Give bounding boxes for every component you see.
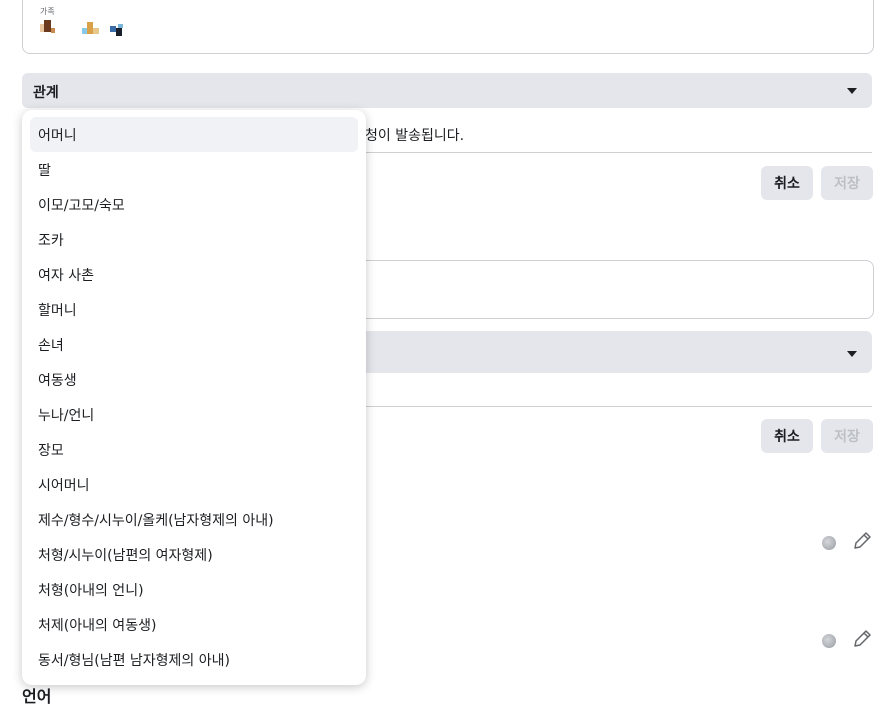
menu-item-label: 장모 — [38, 442, 64, 459]
globe-icon[interactable] — [822, 634, 836, 648]
cancel-button[interactable]: 취소 — [761, 166, 813, 200]
menu-item[interactable]: 제수/형수/시누이/올케(남자형제의 아내) — [30, 502, 358, 537]
menu-item-label: 동서/형님(남편 남자형제의 아내) — [38, 652, 230, 669]
menu-item-label: 이모/고모/숙모 — [38, 197, 125, 214]
menu-item-label: 여동생 — [38, 372, 77, 389]
menu-item-label: 딸 — [38, 162, 51, 179]
request-notice: 청이 발송됩니다. — [365, 128, 465, 144]
menu-item-label: 할머니 — [38, 302, 77, 319]
menu-item[interactable]: 어머니 — [30, 117, 358, 152]
relationship-dropdown-menu: 어머니딸이모/고모/숙모조카여자 사촌할머니손녀여동생누나/언니장모시어머니제수… — [22, 110, 366, 685]
relationship-select[interactable]: 관계 — [22, 73, 872, 108]
language-section-title: 언어 — [22, 687, 52, 706]
menu-item-label: 어머니 — [38, 127, 77, 144]
menu-item-label: 처제(아내의 여동생) — [38, 617, 157, 634]
menu-item-label: 누나/언니 — [38, 407, 95, 424]
menu-item[interactable]: 이모/고모/숙모 — [30, 187, 358, 222]
caret-down-icon — [847, 88, 857, 94]
save-button[interactable]: 저장 — [821, 419, 873, 453]
menu-item-label: 처형/시누이(남편의 여자형제) — [38, 547, 213, 564]
menu-item[interactable]: 처제(아내의 여동생) — [30, 607, 358, 642]
menu-item[interactable]: 처형/시누이(남편의 여자형제) — [30, 537, 358, 572]
menu-item[interactable]: 딸 — [30, 152, 358, 187]
menu-item[interactable]: 시어머니 — [30, 467, 358, 502]
menu-item-label: 시어머니 — [38, 477, 90, 494]
menu-item-label: 조카 — [38, 232, 64, 249]
family-input-label: 가족 — [40, 7, 55, 16]
menu-item[interactable]: 할머니 — [30, 292, 358, 327]
menu-item[interactable]: 여동생 — [30, 362, 358, 397]
family-input[interactable] — [22, 0, 874, 54]
cancel-button[interactable]: 취소 — [761, 419, 813, 453]
menu-item[interactable]: 여자 사촌 — [30, 257, 358, 292]
menu-item-label: 제수/형수/시누이/올케(남자형제의 아내) — [38, 512, 274, 529]
menu-item[interactable]: 처형(아내의 언니) — [30, 572, 358, 607]
pencil-icon[interactable] — [851, 628, 873, 650]
menu-item[interactable]: 조카 — [30, 222, 358, 257]
menu-item-label: 손녀 — [38, 337, 64, 354]
menu-item[interactable]: 동서/형님(남편 남자형제의 아내) — [30, 642, 358, 677]
pencil-icon[interactable] — [851, 530, 873, 552]
menu-item[interactable]: 장모 — [30, 432, 358, 467]
relationship-select-label: 관계 — [33, 85, 59, 101]
menu-item-label: 처형(아내의 언니) — [38, 582, 144, 599]
menu-item-label: 여자 사촌 — [38, 267, 94, 284]
menu-item[interactable]: 누나/언니 — [30, 397, 358, 432]
globe-icon[interactable] — [822, 536, 836, 550]
save-button[interactable]: 저장 — [821, 166, 873, 200]
caret-down-icon — [847, 351, 857, 357]
menu-item[interactable]: 손녀 — [30, 327, 358, 362]
